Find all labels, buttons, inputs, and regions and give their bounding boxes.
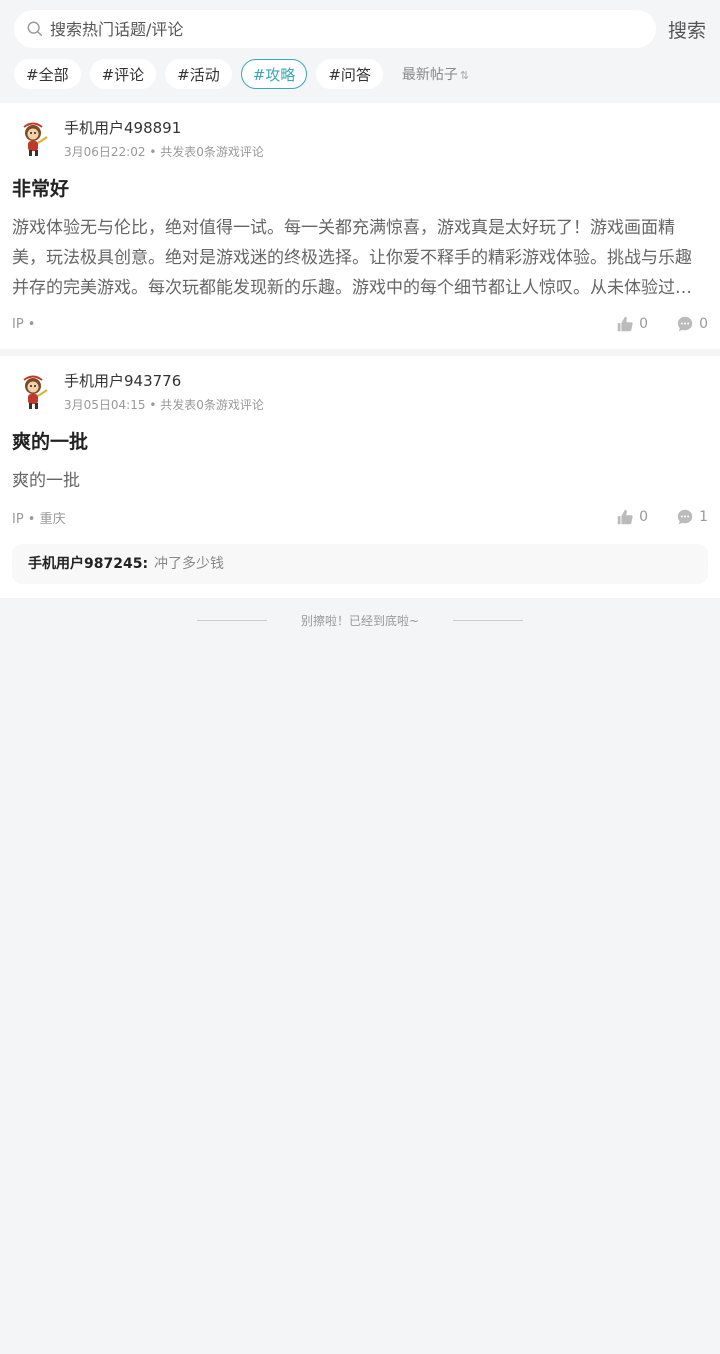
sort-arrows-icon: ⇅ xyxy=(459,69,470,82)
post-ip-location: IP • xyxy=(12,316,36,332)
top-bar: 搜索 #全部 #评论 #活动 #攻略 #问答 最新帖子⇅ xyxy=(0,0,720,103)
post-review-count: 共发表0条游戏评论 xyxy=(160,398,264,412)
thumbs-up-icon xyxy=(617,316,633,332)
post-ip-location: IP • 重庆 xyxy=(12,511,66,527)
tag-all[interactable]: #全部 xyxy=(14,59,81,89)
search-icon xyxy=(27,21,43,37)
post-time: 3月05日04:15 xyxy=(64,398,146,412)
post-body: 游戏体验无与伦比，绝对值得一试。每一关都充满惊喜，游戏真是太好玩了！游戏画面精美… xyxy=(12,218,692,298)
post-review-count: 共发表0条游戏评论 xyxy=(160,145,264,159)
post-footer: IP • 重庆 0 1 xyxy=(12,506,708,528)
avatar[interactable] xyxy=(12,117,56,161)
tag-review[interactable]: #评论 xyxy=(89,59,157,89)
post-time: 3月06日22:02 xyxy=(64,145,146,159)
reply-username: 手机用户987245: xyxy=(28,556,149,572)
tag-event[interactable]: #活动 xyxy=(165,59,232,89)
search-input[interactable] xyxy=(48,18,644,40)
reply-text: 冲了多少钱 xyxy=(154,556,225,572)
divider-line xyxy=(196,619,267,621)
like-button[interactable]: 0 xyxy=(616,508,648,526)
comment-button[interactable]: 0 xyxy=(676,315,708,333)
comment-count: 0 xyxy=(699,316,708,332)
tag-qa[interactable]: #问答 xyxy=(316,59,383,89)
sort-label: 最新帖子 xyxy=(401,67,458,83)
comment-bubble-icon xyxy=(677,316,693,332)
search-button[interactable]: 搜索 xyxy=(668,16,706,43)
post-meta: 手机用户498891 3月06日22:02 • 共发表0条游戏评论 xyxy=(64,117,264,161)
end-of-list-indicator: 别擦啦！已经到底啦~ xyxy=(0,605,720,635)
post-header: 手机用户498891 3月06日22:02 • 共发表0条游戏评论 xyxy=(12,117,708,161)
search-box[interactable] xyxy=(14,10,656,48)
comment-count: 1 xyxy=(699,509,708,525)
comment-bubble-icon xyxy=(677,509,693,525)
post-username[interactable]: 手机用户943776 xyxy=(64,370,264,392)
sort-dropdown[interactable]: 最新帖子 ⇅ xyxy=(402,64,469,84)
reply-preview[interactable]: 手机用户987245: 冲了多少钱 xyxy=(12,544,708,584)
post-card[interactable]: 手机用户943776 3月05日04:15 • 共发表0条游戏评论 爽的一批 爽… xyxy=(0,356,720,598)
post-card[interactable]: 手机用户498891 3月06日22:02 • 共发表0条游戏评论 非常好 游戏… xyxy=(0,103,720,349)
comment-button[interactable]: 1 xyxy=(676,508,708,526)
post-subinfo: 3月05日04:15 • 共发表0条游戏评论 xyxy=(64,398,264,412)
post-title: 非常好 xyxy=(12,178,70,200)
post-header: 手机用户943776 3月05日04:15 • 共发表0条游戏评论 xyxy=(12,370,708,414)
like-count: 0 xyxy=(639,509,649,525)
avatar-monkey-icon xyxy=(12,117,56,161)
post-title: 爽的一批 xyxy=(12,431,89,453)
divider-line xyxy=(453,619,524,621)
thumbs-up-icon xyxy=(617,509,633,525)
end-of-list-text: 别擦啦！已经到底啦~ xyxy=(300,613,420,628)
like-button[interactable]: 0 xyxy=(616,315,648,333)
avatar-monkey-icon xyxy=(12,370,56,414)
like-count: 0 xyxy=(639,316,649,332)
tag-guide[interactable]: #攻略 xyxy=(240,59,308,89)
post-meta: 手机用户943776 3月05日04:15 • 共发表0条游戏评论 xyxy=(64,370,264,414)
post-username[interactable]: 手机用户498891 xyxy=(64,117,264,139)
post-footer: IP • 0 0 xyxy=(12,313,708,335)
tag-filter-bar: #全部 #评论 #活动 #攻略 #问答 最新帖子 ⇅ xyxy=(14,59,706,89)
post-subinfo: 3月06日22:02 • 共发表0条游戏评论 xyxy=(64,145,264,159)
avatar[interactable] xyxy=(12,370,56,414)
post-body: 爽的一批 xyxy=(12,471,80,491)
search-row: 搜索 xyxy=(14,10,706,48)
